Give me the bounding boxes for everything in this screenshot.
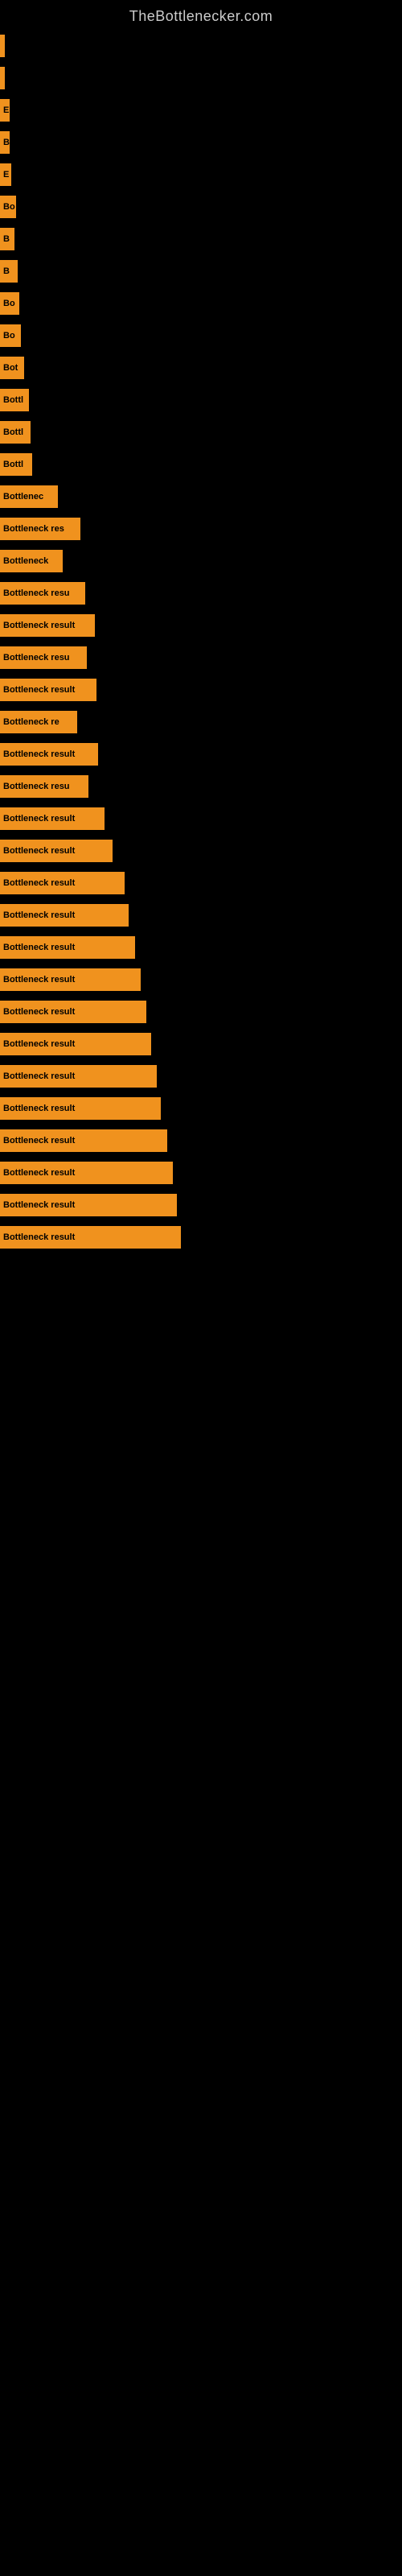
bar-row: Bottlenec — [0, 481, 402, 513]
bar-row: Bottleneck result — [0, 674, 402, 706]
bars-container: EBEBoBBBoBoBotBottlBottlBottlBottlenecBo… — [0, 30, 402, 1253]
bar-row: Bottleneck re — [0, 706, 402, 738]
bar-label: Bo — [0, 324, 21, 347]
bar-row: Bottleneck resu — [0, 642, 402, 674]
bar-label: Bottleneck re — [0, 711, 77, 733]
bar-row: Bottl — [0, 416, 402, 448]
bar-label: B — [0, 228, 14, 250]
bar-label: Bottleneck res — [0, 518, 80, 540]
bar-label: Bottleneck result — [0, 1001, 146, 1023]
bar-row: Bo — [0, 191, 402, 223]
bar-row: Bottleneck result — [0, 964, 402, 996]
bar-label: Bottleneck result — [0, 904, 129, 927]
bar-label: Bottleneck result — [0, 1129, 167, 1152]
bar-row: Bottleneck result — [0, 867, 402, 899]
bar-label: Bottl — [0, 421, 31, 444]
bar-label: Bottleneck result — [0, 1226, 181, 1249]
bar-row: Bottleneck resu — [0, 577, 402, 609]
bar-row: Bottleneck result — [0, 1189, 402, 1221]
bar-label: Bottleneck resu — [0, 582, 85, 605]
bar-row: Bottleneck result — [0, 899, 402, 931]
bar-row: Bo — [0, 320, 402, 352]
bar-row: Bottleneck result — [0, 803, 402, 835]
bar-label: E — [0, 99, 10, 122]
bar-label: Bottleneck result — [0, 679, 96, 701]
bar-row: Bottleneck result — [0, 1125, 402, 1157]
bar-row: Bottleneck result — [0, 1157, 402, 1189]
bar-label: Bottleneck resu — [0, 775, 88, 798]
site-title-container: TheBottlenecker.com — [0, 0, 402, 30]
bar-row: Bottleneck result — [0, 738, 402, 770]
bar-row: B — [0, 223, 402, 255]
bar-label: Bottleneck result — [0, 840, 113, 862]
bar-row: Bottleneck result — [0, 1060, 402, 1092]
bar-row: B — [0, 255, 402, 287]
bar-row: Bottleneck result — [0, 1028, 402, 1060]
bar-label: Bo — [0, 292, 19, 315]
bar-row — [0, 62, 402, 94]
bar-row: Bottleneck result — [0, 996, 402, 1028]
bar-label: Bottleneck result — [0, 1065, 157, 1088]
bar-label: Bottl — [0, 389, 29, 411]
bar-label: B — [0, 260, 18, 283]
bar-row: Bottleneck result — [0, 931, 402, 964]
bar-label: Bottleneck result — [0, 872, 125, 894]
bar-label: Bottleneck result — [0, 936, 135, 959]
bar-row: Bottleneck res — [0, 513, 402, 545]
bar-label: Bottleneck result — [0, 743, 98, 766]
bar-row: Bo — [0, 287, 402, 320]
bar-label: Bot — [0, 357, 24, 379]
bar-label: Bottleneck result — [0, 968, 141, 991]
bar-label: Bottleneck result — [0, 614, 95, 637]
bar-row: Bottleneck — [0, 545, 402, 577]
bar-label: Bottleneck result — [0, 1033, 151, 1055]
bar-label: Bottleneck result — [0, 1097, 161, 1120]
bar-label: Bottleneck — [0, 550, 63, 572]
bar-row: Bottleneck result — [0, 609, 402, 642]
bar-label: Bottl — [0, 453, 32, 476]
bar-row: Bottleneck result — [0, 835, 402, 867]
bar-label: Bo — [0, 196, 16, 218]
bar-row: Bottleneck result — [0, 1221, 402, 1253]
bar-row: Bottl — [0, 384, 402, 416]
bar-label: Bottleneck result — [0, 1162, 173, 1184]
bar-row: Bottleneck result — [0, 1092, 402, 1125]
bar-row: B — [0, 126, 402, 159]
site-title: TheBottlenecker.com — [129, 2, 273, 31]
bar-label: Bottleneck result — [0, 807, 105, 830]
bar-row: E — [0, 159, 402, 191]
bar-label: Bottlenec — [0, 485, 58, 508]
bar-label: Bottleneck resu — [0, 646, 87, 669]
bar-label: Bottleneck result — [0, 1194, 177, 1216]
bar-row: E — [0, 94, 402, 126]
bar-row: Bottleneck resu — [0, 770, 402, 803]
bar-row: Bot — [0, 352, 402, 384]
bar-row — [0, 30, 402, 62]
bar-label — [0, 67, 5, 89]
bar-label: B — [0, 131, 10, 154]
bar-label: E — [0, 163, 11, 186]
bar-label — [0, 35, 5, 57]
bar-row: Bottl — [0, 448, 402, 481]
